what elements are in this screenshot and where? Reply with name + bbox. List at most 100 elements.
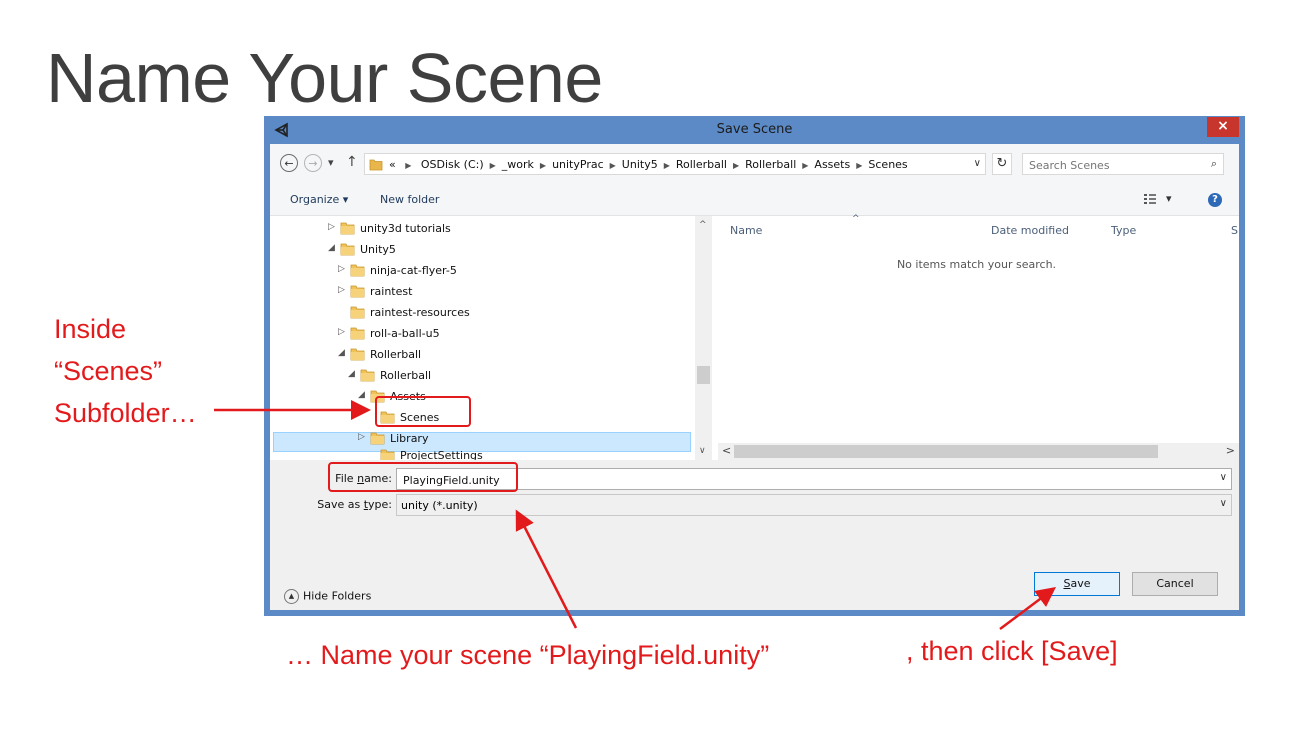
search-input[interactable]	[1027, 156, 1191, 174]
folder-icon	[380, 449, 395, 460]
annotation-inside-line-3: Subfolder…	[54, 398, 197, 428]
annotation-click-hint: , then click [Save]	[906, 636, 1118, 666]
save-as-type-value: unity (*.unity)	[401, 499, 478, 512]
hide-folders-label: Hide Folders	[303, 589, 372, 603]
expand-arrow-icon[interactable]: ▷	[338, 327, 345, 337]
breadcrumb-item[interactable]: OSDisk (C:)	[421, 158, 484, 171]
column-header-size[interactable]: S	[1231, 224, 1238, 237]
chevron-up-icon: ▲	[284, 589, 299, 604]
expand-arrow-icon[interactable]: ◢	[348, 369, 355, 379]
breadcrumb-separator-icon[interactable]: ▶	[802, 161, 808, 170]
save-as-type-dropdown[interactable]: ∨	[1220, 498, 1227, 509]
dialog-body: ← → ▾ ↑ « ▶ OSDisk (C:) ▶ _work ▶ unityPrac ▶…	[270, 144, 1239, 610]
annotation-name-hint: … Name your scene “PlayingField.unity”	[286, 640, 770, 670]
search-icon: ⌕	[1210, 157, 1217, 170]
list-horizontal-scrollbar[interactable]: < >	[718, 443, 1239, 460]
breadcrumb-separator-icon[interactable]: ▶	[856, 161, 862, 170]
navigation-bar: ← → ▾ ↑ « ▶ OSDisk (C:) ▶ _work ▶ unityPrac ▶…	[270, 144, 1239, 184]
breadcrumb-item[interactable]: _work	[502, 158, 534, 171]
address-bar[interactable]: « ▶ OSDisk (C:) ▶ _work ▶ unityPrac ▶ Unity5 ▶ R…	[364, 153, 986, 175]
folder-icon	[350, 264, 365, 277]
breadcrumb-overflow[interactable]: «	[389, 158, 396, 171]
dialog-title: Save Scene	[716, 122, 793, 137]
help-icon[interactable]: ?	[1208, 193, 1222, 207]
scroll-up-icon[interactable]: ^	[699, 220, 707, 230]
folder-tree: ▷ unity3d tutorials ◢ Unity5 ▷ ninja-cat-flye…	[270, 216, 714, 460]
breadcrumb-item[interactable]: unityPrac	[552, 158, 604, 171]
organize-button[interactable]: Organize ▾	[290, 193, 348, 206]
breadcrumb-separator-icon[interactable]: ▶	[664, 161, 670, 170]
close-button[interactable]: ×	[1207, 117, 1239, 137]
empty-message: No items match your search.	[896, 258, 1057, 271]
save-as-type-select[interactable]: unity (*.unity) ∨	[396, 494, 1232, 516]
breadcrumb-separator-icon[interactable]: ▶	[610, 161, 616, 170]
sort-indicator-icon: ^	[852, 214, 860, 224]
breadcrumb-item[interactable]: Scenes	[868, 158, 907, 171]
recent-locations-dropdown[interactable]: ▾	[328, 156, 334, 169]
breadcrumb-item[interactable]: Rollerball	[676, 158, 727, 171]
expand-arrow-icon[interactable]: ▷	[358, 432, 365, 442]
cancel-button[interactable]: Cancel	[1132, 572, 1218, 596]
new-folder-button[interactable]: New folder	[380, 193, 439, 206]
view-dropdown[interactable]: ▾	[1166, 192, 1172, 205]
breadcrumb-separator-icon[interactable]: ▶	[733, 161, 739, 170]
folder-icon	[350, 285, 365, 298]
save-scene-dialog: Save Scene × ← → ▾ ↑ « ▶ OSDisk (C:) ▶ _wo…	[264, 116, 1245, 616]
dialog-titlebar[interactable]: Save Scene ×	[264, 116, 1245, 144]
tree-item-label: roll-a-ball-u5	[370, 327, 440, 340]
expand-arrow-icon[interactable]: ◢	[358, 390, 365, 400]
expand-arrow-icon[interactable]: ▷	[328, 222, 335, 232]
column-header-name[interactable]: Name	[730, 224, 762, 237]
up-icon[interactable]: ↑	[346, 154, 358, 170]
column-header-type[interactable]: Type	[1111, 224, 1136, 237]
file-name-field[interactable]: ∨	[396, 468, 1232, 490]
folder-icon	[350, 306, 365, 319]
folder-icon	[350, 327, 365, 340]
breadcrumb-item[interactable]: Assets	[814, 158, 850, 171]
annotation-inside-line-2: “Scenes”	[54, 356, 163, 386]
breadcrumb-separator-icon[interactable]: ▶	[540, 161, 546, 170]
scroll-down-icon[interactable]: ∨	[699, 446, 706, 456]
folder-icon	[360, 369, 375, 382]
expand-arrow-icon[interactable]: ◢	[328, 243, 335, 253]
tree-scrollbar[interactable]: ^ ∨	[695, 216, 712, 460]
scroll-right-icon[interactable]: >	[1226, 444, 1235, 457]
breadcrumb-item[interactable]: Unity5	[622, 158, 658, 171]
forward-arrow-icon[interactable]: →	[304, 154, 322, 172]
file-list: Name ^ Date modified Type S No items mat…	[714, 214, 1239, 460]
file-name-dropdown[interactable]: ∨	[1220, 472, 1227, 483]
breadcrumb-item[interactable]: Rollerball	[745, 158, 796, 171]
tree-item-label: raintest-resources	[370, 306, 470, 319]
save-button[interactable]: Save	[1034, 572, 1120, 596]
tree-item-label: ProjectSettings	[400, 449, 483, 460]
expand-arrow-icon[interactable]: ▷	[338, 285, 345, 295]
expand-arrow-icon[interactable]: ◢	[338, 348, 345, 358]
address-dropdown[interactable]: ∨	[974, 158, 981, 169]
folder-icon	[350, 348, 365, 361]
expand-arrow-icon[interactable]: ▷	[338, 264, 345, 274]
scroll-left-icon[interactable]: <	[722, 444, 731, 457]
breadcrumb-separator-icon[interactable]: ▶	[490, 161, 496, 170]
hide-folders-button[interactable]: ▲ Hide Folders	[284, 589, 371, 604]
scroll-thumb[interactable]	[734, 445, 1158, 458]
filename-highlight-box	[328, 462, 518, 492]
folder-icon	[370, 432, 385, 445]
tree-item-label: Library	[390, 432, 429, 445]
tree-item-label: Rollerball	[370, 348, 422, 361]
column-header-date[interactable]: Date modified	[991, 224, 1069, 237]
toolbar: Organize ▾ New folder ▾ ?	[270, 184, 1239, 216]
view-options-icon[interactable]	[1144, 194, 1156, 204]
back-arrow-icon[interactable]: ←	[280, 154, 298, 172]
save-as-type-label: Save as type:	[317, 498, 392, 511]
slide-title: Name Your Scene	[46, 39, 603, 117]
tree-item-label: raintest	[370, 285, 413, 298]
tree-item-label: unity3d tutorials	[360, 222, 451, 235]
breadcrumb: « ▶ OSDisk (C:) ▶ _work ▶ unityPrac ▶ Unity5 ▶ R…	[389, 158, 908, 171]
folder-icon	[340, 222, 355, 235]
tree-item-label: Unity5	[360, 243, 396, 256]
scroll-thumb[interactable]	[697, 366, 710, 384]
folder-icon	[340, 243, 355, 256]
scenes-highlight-box	[375, 396, 471, 427]
search-box[interactable]: ⌕	[1022, 153, 1224, 175]
refresh-icon[interactable]: ↻	[992, 153, 1012, 175]
